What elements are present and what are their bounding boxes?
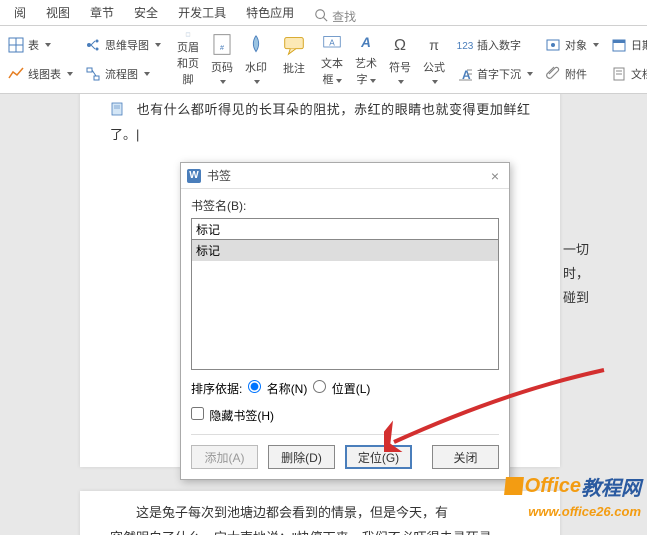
chevron-down-icon (45, 43, 51, 47)
page-number-button[interactable]: # 页码 (205, 30, 239, 89)
paragraph-text: 这是兔子每次到池塘边都会看到的情景，但是今天，有 (136, 505, 448, 520)
paragraph[interactable]: 这是兔子每次到池塘边都会看到的情景，但是今天，有 (110, 501, 530, 526)
comment-button[interactable]: 批注 (277, 30, 311, 89)
dropcap-label: 首字下沉 (477, 66, 521, 82)
ribbon-toolbar: 表 线图表 思维导图 流程图 页眉和页脚 # 页码 水印 批注 A 文本框 (0, 26, 647, 94)
svg-text:Ω: Ω (394, 36, 406, 54)
svg-text:#: # (220, 44, 224, 52)
mindmap-label: 思维导图 (105, 37, 149, 53)
search-icon (314, 8, 328, 25)
ribbon-tab-bar: 阅 视图 章节 安全 开发工具 特色应用 查找 (0, 0, 647, 26)
insert-attachment-button[interactable]: 附件 (543, 64, 601, 84)
insert-table-label: 表 (28, 37, 39, 53)
chevron-down-icon (432, 80, 438, 84)
tab-security[interactable]: 安全 (124, 0, 168, 25)
partial-text: 一切 (563, 238, 589, 263)
dialog-button-row: 添加(A) 删除(D) 定位(G) 关闭 (191, 434, 499, 469)
flowchart-label: 流程图 (105, 66, 138, 82)
insert-number-label: 插入数字 (477, 37, 521, 53)
paragraph-text: 也有什么都听得见的长耳朵的阻扰，赤红的眼睛也就变得更加鲜红了。 (110, 102, 530, 142)
watermark-button[interactable]: 水印 (239, 30, 273, 89)
bookmark-name-label: 书签名(B): (191, 197, 499, 214)
insert-date-label: 日期 (631, 37, 647, 53)
tab-devtools[interactable]: 开发工具 (168, 0, 236, 25)
chevron-down-icon (155, 43, 161, 47)
chevron-down-icon (398, 80, 404, 84)
goto-button[interactable]: 定位(G) (345, 445, 412, 469)
sort-row: 排序依据: 名称(N) 位置(L) (191, 380, 499, 397)
symbol-button[interactable]: Ω 符号 (383, 30, 417, 89)
app-icon: W (187, 169, 201, 183)
hide-row: 隐藏书签(H) (191, 407, 499, 424)
svg-text:π: π (429, 38, 439, 54)
add-button: 添加(A) (191, 445, 258, 469)
symbol-label: 符号 (389, 62, 411, 74)
bookmark-dialog: W 书签 × 书签名(B): 标记 排序依据: 名称(N) 位置(L) 隐藏书签… (180, 162, 510, 480)
tab-chapter[interactable]: 章节 (80, 0, 124, 25)
sort-by-location-radio[interactable]: 位置(L) (313, 380, 370, 397)
chevron-down-icon (336, 79, 342, 83)
chevron-down-icon (220, 80, 226, 84)
svg-text:A: A (329, 39, 335, 48)
insert-date-button[interactable]: 日期 (609, 35, 647, 55)
close-dialog-button[interactable]: 关闭 (432, 445, 499, 469)
equation-label: 公式 (423, 62, 445, 74)
svg-text:A: A (360, 35, 371, 50)
paragraph-text: 突然明白了什么，它大声地说："快停下来，我们不必吓得去寻死寻 (110, 530, 492, 535)
tab-view[interactable]: 视图 (36, 0, 80, 25)
sort-label: 排序依据: (191, 380, 242, 397)
partial-text: 碰到 (563, 286, 589, 311)
tab-review[interactable]: 阅 (4, 0, 36, 25)
page-number-label: 页码 (211, 62, 233, 74)
paragraph[interactable]: 突然明白了什么，它大声地说："快停下来，我们不必吓得去寻死寻 (110, 526, 530, 535)
doc-parts-label: 文档部件 (631, 66, 647, 82)
insert-object-label: 对象 (565, 37, 587, 53)
tab-features[interactable]: 特色应用 (236, 0, 304, 25)
insert-table-button[interactable]: 表 (6, 35, 75, 55)
svg-text:123: 123 (457, 41, 473, 52)
chevron-down-icon (144, 72, 150, 76)
text-cursor: | (136, 127, 139, 142)
insert-linechart-label: 线图表 (28, 66, 61, 82)
insert-attachment-label: 附件 (565, 66, 587, 82)
close-button[interactable]: × (487, 168, 503, 184)
header-footer-label: 页眉和页脚 (175, 39, 201, 87)
bookmark-list-item[interactable]: 标记 (192, 240, 498, 261)
equation-button[interactable]: π 公式 (417, 30, 451, 89)
dialog-title: 书签 (207, 167, 231, 184)
flowchart-button[interactable]: 流程图 (83, 64, 163, 84)
textbox-button[interactable]: A 文本框 (315, 30, 349, 89)
bookmark-list[interactable]: 标记 (191, 240, 499, 370)
wordart-button[interactable]: A 艺术字 (349, 30, 383, 89)
dropcap-button[interactable]: A 首字下沉 (455, 64, 535, 84)
chevron-down-icon (593, 43, 599, 47)
sort-by-name-radio[interactable]: 名称(N) (248, 380, 307, 397)
hide-bookmarks-checkbox[interactable]: 隐藏书签(H) (191, 407, 274, 424)
watermark-label: 水印 (245, 62, 267, 74)
partial-text: 时， (563, 262, 589, 287)
doc-parts-button[interactable]: 文档部件 (609, 64, 647, 84)
insert-linechart-button[interactable]: 线图表 (6, 64, 75, 84)
document-page[interactable]: 这是兔子每次到池塘边都会看到的情景，但是今天，有 突然明白了什么，它大声地说："… (80, 491, 560, 535)
dialog-titlebar[interactable]: W 书签 × (181, 163, 509, 189)
mindmap-button[interactable]: 思维导图 (83, 35, 163, 55)
insert-object-button[interactable]: 对象 (543, 35, 601, 55)
search-label: 查找 (332, 8, 356, 25)
chevron-down-icon (527, 72, 533, 76)
paragraph[interactable]: 也有什么都听得见的长耳朵的阻扰，赤红的眼睛也就变得更加鲜红了。| (110, 98, 530, 147)
bookmark-name-input[interactable] (191, 218, 499, 240)
bookmark-icon (110, 102, 124, 116)
delete-button[interactable]: 删除(D) (268, 445, 335, 469)
chevron-down-icon (254, 80, 260, 84)
chevron-down-icon (67, 72, 73, 76)
insert-number-button[interactable]: 123 插入数字 (455, 35, 535, 55)
comment-label: 批注 (283, 60, 305, 76)
header-footer-button[interactable]: 页眉和页脚 (171, 30, 205, 89)
chevron-down-icon (370, 79, 376, 83)
search-box[interactable]: 查找 (314, 8, 356, 25)
